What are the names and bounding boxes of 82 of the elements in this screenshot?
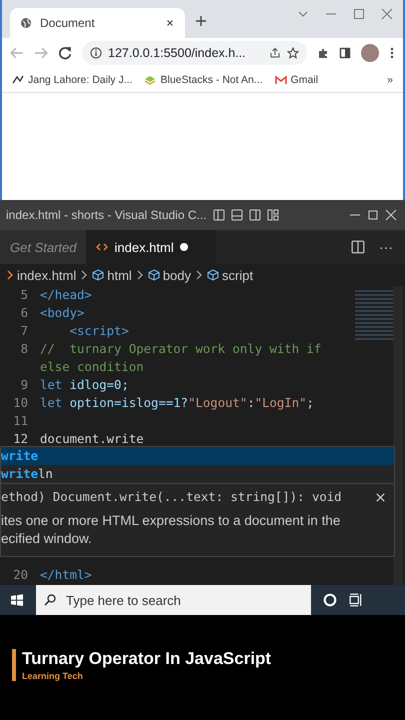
- bookmark-icon: [12, 74, 24, 86]
- bookmark-link[interactable]: BlueStacks - Not An...: [160, 74, 263, 86]
- suggestion-item[interactable]: writeln: [1, 465, 394, 483]
- maximize-icon: [367, 209, 379, 221]
- code-line: <script>: [68, 323, 130, 340]
- line-number: 5: [20, 287, 29, 304]
- code-line: let option=islog==1?"Logout":"LogIn";: [40, 395, 315, 412]
- layers-icon: [144, 74, 156, 86]
- line-number: 10: [12, 395, 29, 412]
- side-panel-icon: [339, 47, 351, 59]
- browser-tab[interactable]: Document: [10, 8, 185, 38]
- suggestion-item[interactable]: write: [1, 447, 394, 465]
- line-number: 20: [12, 567, 29, 584]
- split-editor-icon: [351, 240, 365, 254]
- star-icon: [287, 47, 299, 59]
- breadcrumb-item[interactable]: body: [162, 268, 192, 282]
- bookmark-link[interactable]: Jang Lahore: Daily J...: [28, 74, 132, 86]
- puzzle-icon: [317, 47, 329, 59]
- code-line: // turnary Operator work only with if else condition: [40, 341, 322, 376]
- unsaved-dot: [180, 243, 188, 251]
- documentation-text: ites one or more HTML expressions to a document in the: [1, 512, 342, 530]
- editor-tab[interactable]: index.html: [86, 230, 216, 264]
- code-line: </html>: [40, 567, 93, 584]
- line-number: 12: [12, 431, 29, 448]
- layout-icon: [212, 209, 225, 221]
- circle-icon: [323, 593, 337, 607]
- line-number: 11: [12, 413, 29, 430]
- minimap: [355, 290, 393, 340]
- editor-tab[interactable]: Get Started: [0, 230, 86, 264]
- layout-icon: [230, 209, 243, 221]
- documentation-text: ecified window.: [1, 530, 93, 548]
- code-brackets-icon: [96, 241, 108, 253]
- avatar[interactable]: [361, 44, 379, 62]
- layout-icon: [248, 209, 261, 221]
- breadcrumb-item[interactable]: html: [107, 268, 132, 282]
- globe-icon: [20, 17, 32, 29]
- chevron-right-icon: [80, 269, 88, 281]
- line-number: 8: [20, 341, 29, 358]
- close-icon: [385, 209, 397, 221]
- scrollbar[interactable]: [393, 286, 403, 585]
- method-signature: ethod) Document.write(...text: string[]): void: [1, 490, 343, 504]
- task-view-icon: [349, 593, 363, 607]
- search-box[interactable]: Type here to search: [36, 585, 311, 615]
- video-title: Turnary Operator In JavaScript: [22, 649, 272, 669]
- reload-button[interactable]: [58, 46, 72, 60]
- line-number: 6: [20, 305, 29, 322]
- cube-icon: [148, 269, 160, 281]
- code-line: document.write: [40, 431, 145, 448]
- bookmark-link[interactable]: Gmail: [290, 74, 318, 86]
- channel-name: Learning Tech: [22, 671, 84, 681]
- back-arrow-icon: [10, 46, 24, 60]
- mail-icon: [274, 74, 287, 86]
- more-bookmarks-button[interactable]: »: [387, 74, 393, 86]
- info-icon: [90, 47, 102, 59]
- forward-arrow-icon: [34, 46, 48, 60]
- close-icon: [381, 8, 393, 20]
- more-actions-button[interactable]: ···: [379, 239, 393, 255]
- chevron-right-icon: [195, 269, 204, 281]
- window-title: index.html - shorts - Visual Studio C...: [6, 208, 207, 222]
- windows-logo-icon: [10, 593, 24, 607]
- code-line: </head>: [40, 287, 93, 304]
- plus-icon: [195, 15, 207, 27]
- close-icon: [375, 492, 386, 502]
- chevron-right-icon: [136, 269, 144, 281]
- search-icon: [44, 594, 56, 606]
- reload-icon: [58, 46, 72, 60]
- breadcrumb-item[interactable]: index.html: [17, 268, 76, 282]
- cube-icon: [207, 269, 220, 281]
- maximize-icon: [353, 8, 365, 20]
- code-line: let idlog=0;: [40, 377, 130, 394]
- more-vertical-icon: [389, 47, 395, 59]
- share-icon: [269, 47, 281, 59]
- grid-icon: [266, 209, 279, 221]
- breadcrumb-item[interactable]: script: [222, 268, 254, 282]
- address-bar[interactable]: 127.0.0.1:5500/index.h...: [82, 41, 307, 65]
- close-button[interactable]: [375, 492, 386, 502]
- code-line: <body>: [40, 305, 86, 322]
- close-icon: [165, 18, 175, 28]
- line-number: 7: [20, 323, 29, 340]
- line-number: 9: [20, 377, 29, 394]
- chevron-right-icon: [6, 269, 14, 281]
- cube-icon: [92, 269, 104, 281]
